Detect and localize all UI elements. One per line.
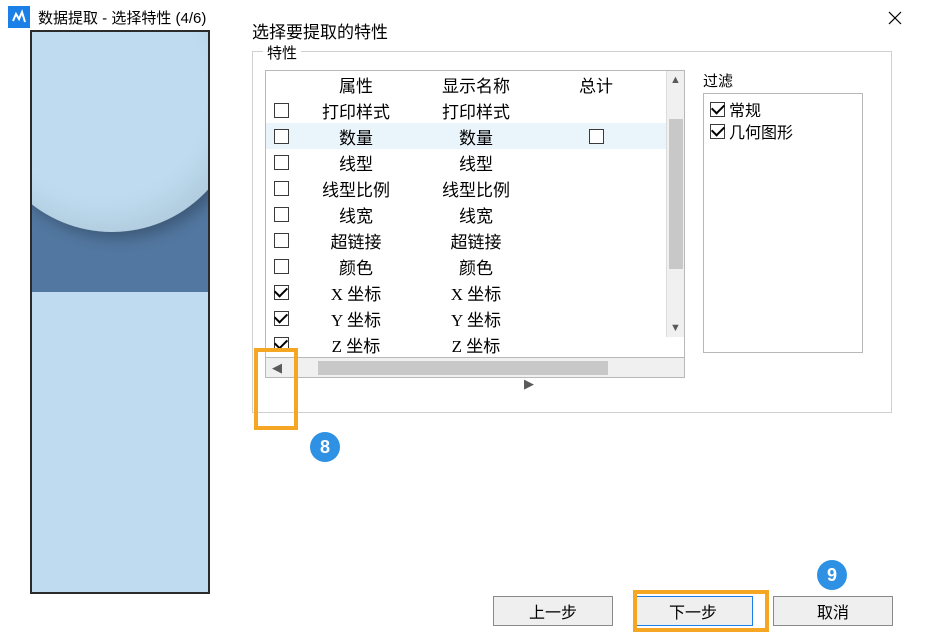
row-attr: 线宽 [296,202,416,227]
row-checkbox[interactable] [274,181,289,196]
properties-table[interactable]: 属性 显示名称 总计 打印样式 打印样式 数量 数量 [265,70,685,358]
row-attr: 颜色 [296,254,416,279]
row-checkbox[interactable] [274,233,289,248]
preview-pane [30,30,210,594]
cancel-button[interactable]: 取消 [773,596,893,626]
scroll-down-icon[interactable]: ▼ [667,319,684,337]
table-row[interactable]: 线型 线型 [266,149,684,175]
filter-item[interactable]: 几何图形 [710,120,856,142]
table-row[interactable]: 数量 数量 [266,123,684,149]
row-attr: Y 坐标 [296,306,416,331]
table-row[interactable]: X 坐标 X 坐标 [266,279,684,305]
row-display: 超链接 [416,228,536,253]
scroll-left-icon[interactable]: ◀ [266,360,288,376]
row-display: Z 坐标 [416,332,536,357]
horizontal-scroll-thumb[interactable] [318,361,608,375]
row-attr: 线型 [296,150,416,175]
table-row[interactable]: 线宽 线宽 [266,201,684,227]
table-row[interactable]: Y 坐标 Y 坐标 [266,305,684,331]
filter-panel: 过滤 常规 几何图形 [703,70,879,378]
row-display: 线型 [416,150,536,175]
total-checkbox[interactable] [589,129,604,144]
row-attr: 打印样式 [296,98,416,123]
table-row[interactable]: 线型比例 线型比例 [266,175,684,201]
row-display: 线宽 [416,202,536,227]
horizontal-scroll-track[interactable] [288,358,684,377]
table-header-row: 属性 显示名称 总计 [266,71,684,97]
row-checkbox[interactable] [274,207,289,222]
vertical-scrollbar[interactable]: ▲ ▼ [666,71,684,337]
row-checkbox[interactable] [274,337,289,352]
preview-fold-curl [30,30,210,232]
annotation-badge-8: 8 [310,432,340,462]
row-display: 数量 [416,124,536,149]
filter-item[interactable]: 常规 [710,98,856,120]
row-display: Y 坐标 [416,306,536,331]
instruction-text: 选择要提取的特性 [252,18,892,43]
scroll-right-icon[interactable]: ▶ [518,376,540,392]
table-row[interactable]: 打印样式 打印样式 [266,97,684,123]
right-panel: 选择要提取的特性 特性 属性 显示名称 总计 打印样式 打印样式 [252,18,892,413]
filter-checkbox[interactable] [710,102,725,117]
filter-label: 过滤 [703,70,879,91]
row-checkbox[interactable] [274,103,289,118]
row-attr: 线型比例 [296,176,416,201]
row-display: 打印样式 [416,98,536,123]
row-checkbox[interactable] [274,259,289,274]
row-display: 线型比例 [416,176,536,201]
app-icon [8,6,30,28]
row-display: 颜色 [416,254,536,279]
horizontal-scrollbar[interactable]: ◀ ▶ [265,358,685,378]
row-attr: 超链接 [296,228,416,253]
row-checkbox[interactable] [274,155,289,170]
properties-groupbox: 特性 属性 显示名称 总计 打印样式 打印样式 [252,51,892,413]
row-attr: X 坐标 [296,280,416,305]
vertical-scroll-thumb[interactable] [669,119,683,269]
header-display: 显示名称 [416,72,536,97]
filter-item-label: 常规 [729,97,761,121]
row-checkbox[interactable] [274,285,289,300]
row-checkbox[interactable] [274,311,289,326]
header-total: 总计 [536,72,656,97]
button-row: 上一步 下一步 取消 [493,596,893,626]
properties-table-wrap: 属性 显示名称 总计 打印样式 打印样式 数量 数量 [265,70,685,378]
next-button[interactable]: 下一步 [633,596,753,626]
row-attr: Z 坐标 [296,332,416,357]
prev-button[interactable]: 上一步 [493,596,613,626]
filter-item-label: 几何图形 [729,119,793,143]
properties-group-label: 特性 [263,42,301,63]
table-row[interactable]: 颜色 颜色 [266,253,684,279]
window-title: 数据提取 - 选择特性 (4/6) [38,7,206,28]
annotation-badge-9: 9 [817,560,847,590]
row-checkbox[interactable] [274,129,289,144]
table-row[interactable]: Z 坐标 Z 坐标 [266,331,684,357]
filter-listbox[interactable]: 常规 几何图形 [703,93,863,353]
row-attr: 数量 [296,124,416,149]
header-attr: 属性 [296,72,416,97]
row-display: X 坐标 [416,280,536,305]
filter-checkbox[interactable] [710,124,725,139]
scroll-up-icon[interactable]: ▲ [667,71,684,89]
table-row[interactable]: 超链接 超链接 [266,227,684,253]
